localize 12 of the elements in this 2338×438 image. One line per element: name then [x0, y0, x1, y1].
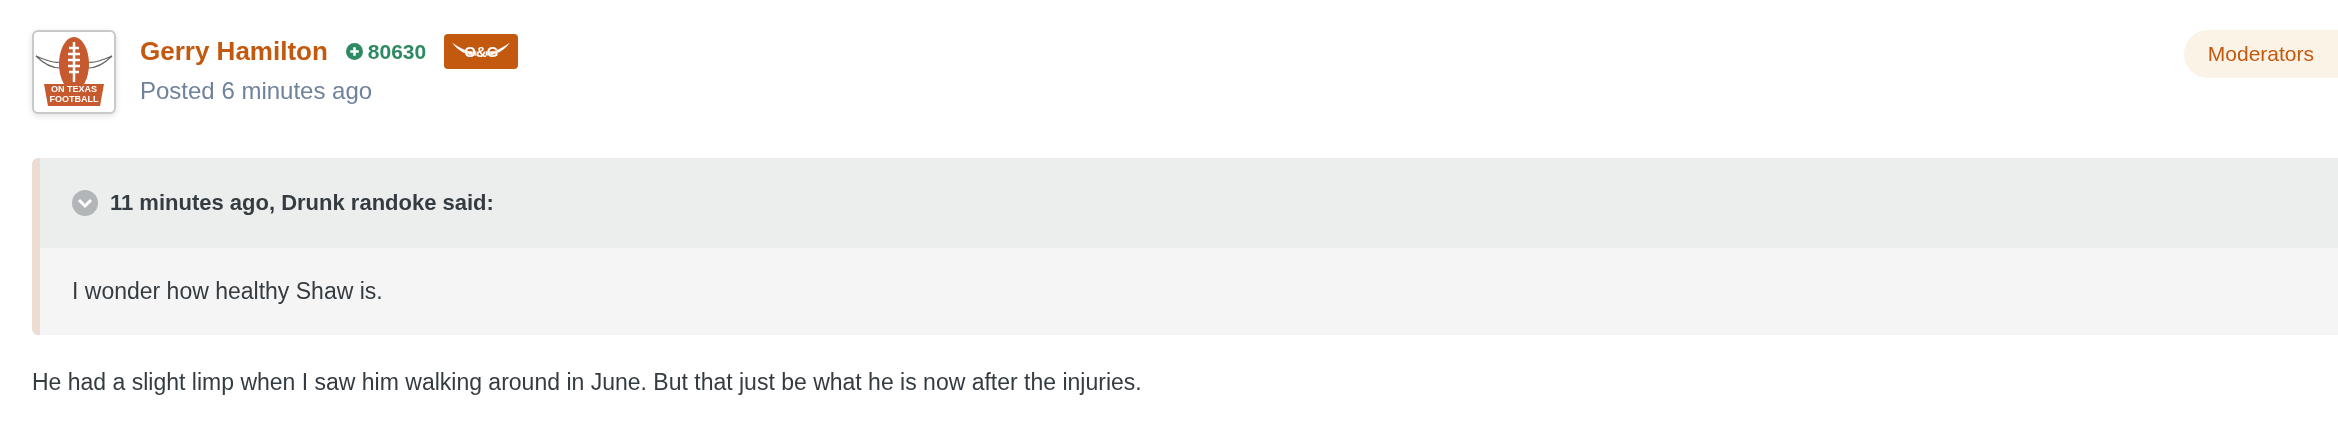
- quote-text: I wonder how healthy Shaw is.: [72, 278, 383, 304]
- logo-text: ON TEXAS: [51, 84, 97, 94]
- plus-icon: [345, 43, 363, 60]
- avatar-logo[interactable]: ON TEXAS FOOTBALL: [32, 30, 116, 114]
- group-badge: Moderators: [2183, 30, 2338, 78]
- post-text: He had a slight limp when I saw him walking around in June. But that just be what he is now after the injuries.: [32, 369, 1143, 396]
- reputation-count: 80630: [367, 39, 427, 64]
- post-time: Posted 6 minutes ago: [140, 77, 374, 105]
- author-name[interactable]: Gerry Hamilton: [140, 36, 328, 67]
- chevron-icon[interactable]: [72, 190, 98, 216]
- logo-text: FOOTBALL: [49, 94, 99, 104]
- quote-citation: 11 minutes ago, Drunk randoke said:: [110, 190, 494, 216]
